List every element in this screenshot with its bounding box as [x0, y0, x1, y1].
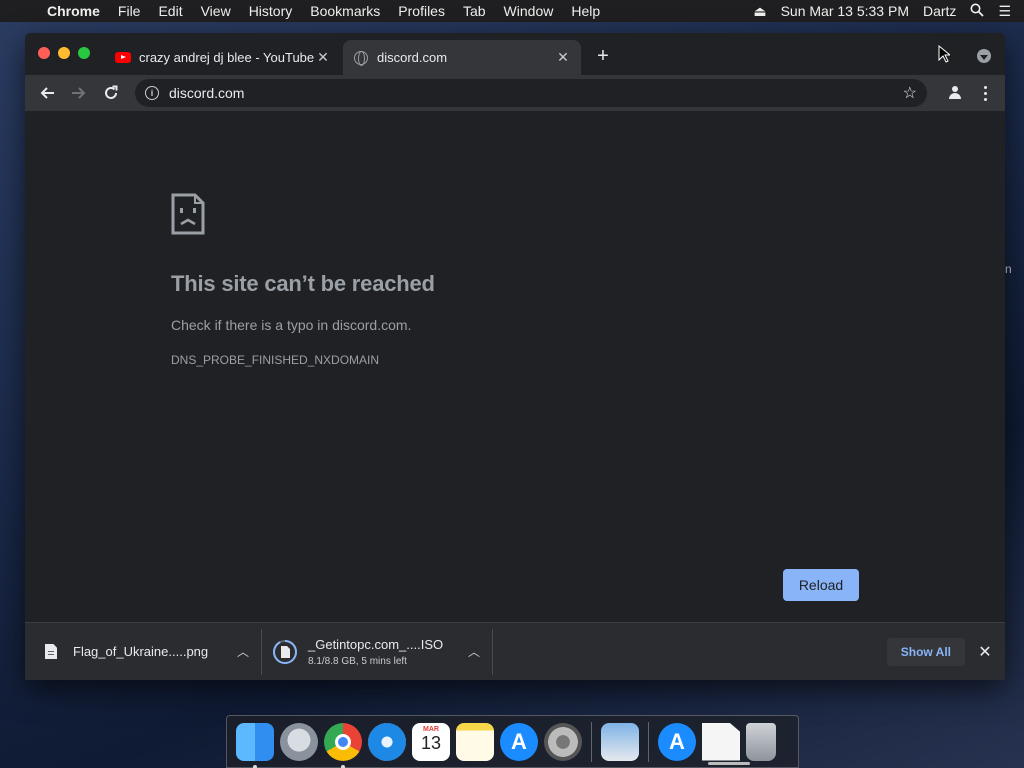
dock: MAR 13 A A — [226, 715, 799, 768]
document-icon[interactable] — [702, 722, 740, 761]
tab-title: crazy andrej dj blee - YouTube — [139, 50, 315, 65]
menu-file[interactable]: File — [109, 3, 150, 19]
chrome-menu-button[interactable] — [973, 79, 997, 107]
app-store-icon[interactable]: A — [500, 722, 538, 761]
download-shelf: Flag_of_Ukraine.....png ︿ _Getintopc.com… — [25, 622, 1005, 680]
globe-icon — [353, 50, 369, 66]
reload-toolbar-button[interactable] — [97, 79, 125, 107]
calendar-day: 13 — [420, 732, 442, 753]
zoom-window-button[interactable] — [78, 47, 90, 59]
forward-button[interactable] — [65, 79, 93, 107]
dock-active-indicator — [708, 762, 750, 765]
eject-icon[interactable]: ⏏ — [746, 3, 773, 20]
sad-document-icon — [171, 193, 205, 235]
menu-profiles[interactable]: Profiles — [389, 3, 454, 19]
tab-title: discord.com — [377, 50, 448, 65]
error-code: DNS_PROBE_FINISHED_NXDOMAIN — [171, 353, 380, 367]
menu-app-name[interactable]: Chrome — [38, 3, 109, 19]
menu-bar: Chrome File Edit View History Bookmarks … — [0, 0, 1024, 22]
address-bar[interactable]: i discord.com ☆ — [135, 79, 927, 107]
chrome-icon[interactable] — [324, 722, 362, 768]
download-status: 8.1/8.8 GB, 5 mins left — [308, 655, 407, 667]
menu-history[interactable]: History — [240, 3, 302, 19]
address-bar-url[interactable]: discord.com — [169, 85, 903, 101]
download-progress-icon — [273, 639, 297, 664]
youtube-icon — [115, 50, 131, 66]
app-store-icon[interactable]: A — [658, 722, 696, 761]
system-preferences-icon[interactable] — [544, 722, 582, 761]
close-tab-icon[interactable]: ✕ — [315, 49, 331, 66]
back-arrow-icon — [40, 87, 54, 99]
chevron-up-icon[interactable]: ︿ — [466, 643, 482, 660]
tab-youtube[interactable]: crazy andrej dj blee - YouTube ✕ — [105, 40, 341, 75]
window-controls — [38, 47, 90, 59]
download-item[interactable]: Flag_of_Ukraine.....png ︿ — [25, 629, 261, 675]
menu-bookmarks[interactable]: Bookmarks — [301, 3, 389, 19]
notes-icon[interactable] — [456, 722, 494, 761]
profile-button[interactable] — [941, 79, 969, 107]
error-hint: Check if there is a typo in discord.com. — [171, 317, 412, 333]
tab-search-icon[interactable] — [977, 49, 991, 63]
minimize-window-button[interactable] — [58, 47, 70, 59]
spotlight-search-icon[interactable] — [963, 3, 991, 20]
forward-arrow-icon — [72, 87, 86, 99]
tab-discord[interactable]: discord.com ✕ — [343, 40, 581, 75]
reload-button[interactable]: Reload — [783, 569, 859, 601]
trash-icon[interactable] — [746, 722, 776, 761]
clock[interactable]: Sun Mar 13 5:33 PM — [774, 3, 916, 19]
menu-view[interactable]: View — [192, 3, 240, 19]
profile-icon — [948, 86, 962, 100]
dock-separator — [591, 721, 592, 762]
back-button[interactable] — [33, 79, 61, 107]
download-info: _Getintopc.com_....ISO 8.1/8.8 GB, 5 min… — [308, 637, 466, 667]
download-item[interactable]: _Getintopc.com_....ISO 8.1/8.8 GB, 5 min… — [261, 628, 493, 675]
menu-tab[interactable]: Tab — [454, 3, 495, 19]
site-info-icon[interactable]: i — [145, 86, 159, 100]
notification-center-icon[interactable]: ☰ — [991, 3, 1018, 20]
browser-window: crazy andrej dj blee - YouTube ✕ discord… — [25, 33, 1005, 680]
menu-edit[interactable]: Edit — [149, 3, 191, 19]
menu-help[interactable]: Help — [562, 3, 609, 19]
download-name: Flag_of_Ukraine.....png — [73, 644, 209, 659]
menu-window[interactable]: Window — [495, 3, 563, 19]
close-window-button[interactable] — [38, 47, 50, 59]
reload-icon — [105, 85, 118, 99]
bookmark-star-icon[interactable]: ☆ — [903, 83, 917, 103]
show-all-downloads-button[interactable]: Show All — [886, 637, 965, 666]
calendar-icon[interactable]: MAR 13 — [412, 722, 450, 761]
toolbar: i discord.com ☆ — [25, 75, 1005, 111]
user-name[interactable]: Dartz — [916, 3, 963, 19]
error-title: This site can’t be reached — [171, 271, 435, 296]
launchpad-icon[interactable] — [280, 722, 318, 761]
menu-bar-status: ⏏ Sun Mar 13 5:33 PM Dartz ☰ — [746, 3, 1024, 20]
new-tab-button[interactable]: + — [593, 45, 613, 68]
dock-separator — [648, 721, 649, 762]
mouse-cursor-icon — [938, 45, 950, 63]
close-tab-icon[interactable]: ✕ — [555, 49, 571, 66]
chevron-up-icon[interactable]: ︿ — [235, 643, 251, 660]
error-page: This site can’t be reached Check if ther… — [25, 111, 1005, 622]
tab-strip: crazy andrej dj blee - YouTube ✕ discord… — [25, 33, 1005, 75]
finder-icon[interactable] — [236, 722, 274, 768]
calendar-month: MAR — [423, 725, 439, 733]
desktop-edge-text: n — [1005, 262, 1012, 276]
close-download-shelf-icon[interactable]: ✕ — [971, 638, 999, 666]
download-name: _Getintopc.com_....ISO — [308, 636, 444, 652]
safari-icon[interactable] — [368, 722, 406, 761]
file-icon — [45, 644, 57, 659]
preview-icon[interactable] — [601, 722, 639, 761]
